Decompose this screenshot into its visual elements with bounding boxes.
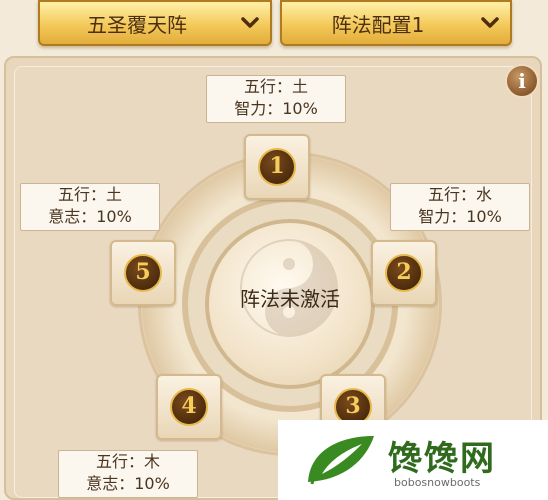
slot-4-element: 五行：木 (95, 452, 160, 471)
slot-2-attributes: 五行：水 智力：10% (390, 183, 530, 231)
formation-status: 阵法未激活 (240, 287, 340, 311)
formation-slot-4[interactable]: 4 (156, 374, 222, 440)
watermark-title: 馋馋网 (388, 439, 496, 479)
slot-1-attributes: 五行：土 智力：10% (206, 75, 346, 123)
slot-5-attributes: 五行：土 意志：10% (20, 183, 160, 231)
slot-number-5: 5 (124, 254, 162, 292)
slot-4-attributes: 五行：木 意志：10% (58, 450, 198, 498)
slot-number-2: 2 (385, 254, 423, 292)
leaf-logo-icon (308, 436, 374, 485)
formation-select-label: 五圣覆天阵 (87, 13, 187, 37)
slot-number-4: 4 (170, 388, 208, 426)
watermark-subtitle: bobosnowboots (394, 476, 481, 489)
slot-2-element: 五行：水 (427, 185, 492, 204)
slot-4-stat: 意志：10% (86, 474, 170, 493)
config-select-label: 阵法配置1 (331, 13, 425, 37)
formation-slot-5[interactable]: 5 (110, 240, 176, 306)
formation-select[interactable]: 五圣覆天阵 (38, 0, 272, 46)
config-select[interactable]: 阵法配置1 (280, 0, 512, 46)
slot-number-1: 1 (258, 148, 296, 186)
slot-2-stat: 智力：10% (418, 207, 502, 226)
slot-1-element: 五行：土 (243, 77, 308, 96)
slot-5-element: 五行：土 (57, 185, 122, 204)
formation-slot-1[interactable]: 1 (244, 134, 310, 200)
chevron-down-icon (241, 17, 259, 28)
slot-5-stat: 意志：10% (48, 207, 132, 226)
chevron-down-icon (481, 17, 499, 28)
formation-slot-2[interactable]: 2 (371, 240, 437, 306)
slot-1-stat: 智力：10% (234, 99, 318, 118)
info-icon[interactable]: i (505, 64, 539, 98)
